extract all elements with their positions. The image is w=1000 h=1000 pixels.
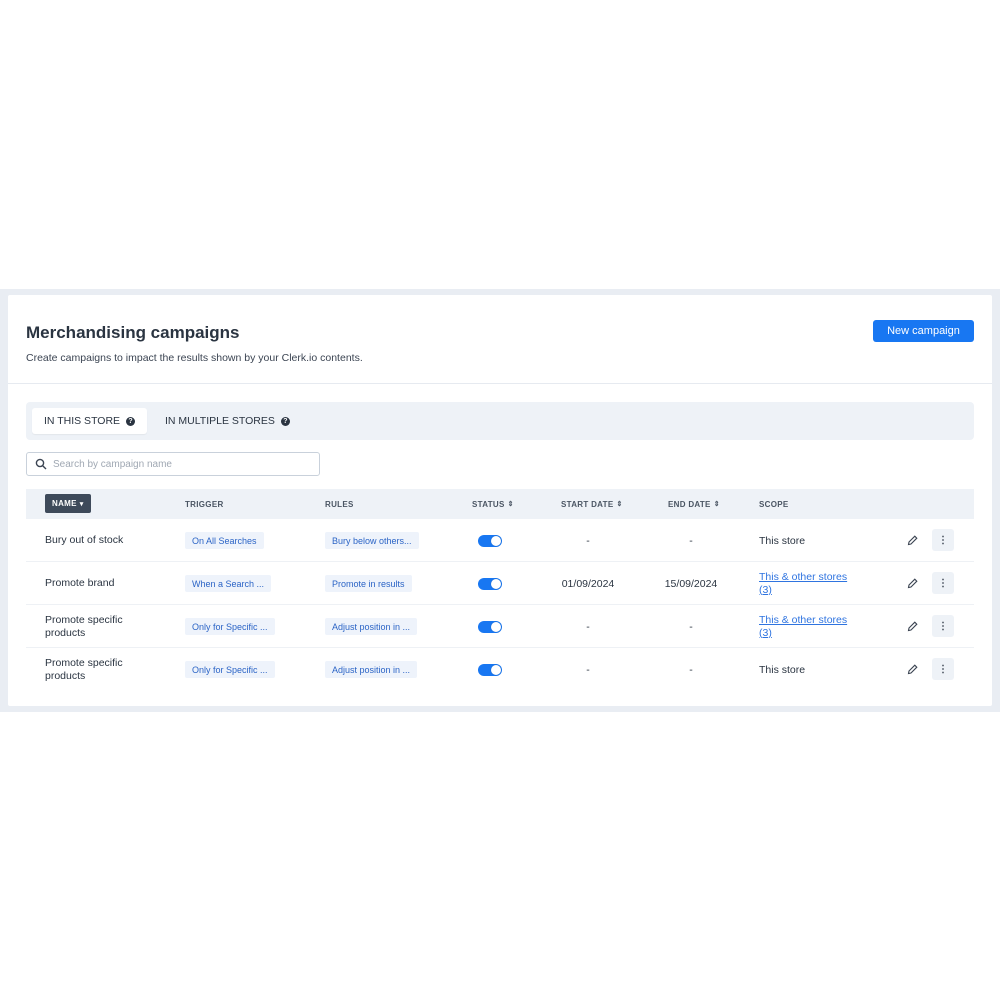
table-header: NAME ▾ TRIGGER RULES STATUS ⇕ START DATE… (26, 489, 974, 519)
end-date: - (689, 620, 693, 633)
start-date: 01/09/2024 (561, 577, 615, 590)
scope-text: This store (759, 663, 806, 676)
campaign-name[interactable]: Promote specific products (45, 648, 165, 691)
chevron-down-icon: ▾ (79, 500, 84, 508)
table-row: Promote brand When a Search ... Promote … (26, 562, 974, 605)
pencil-icon[interactable] (906, 620, 919, 633)
campaign-name[interactable]: Promote specific products (45, 605, 165, 648)
scope-link[interactable]: This & other stores (3) (759, 614, 859, 640)
more-options-button[interactable]: ⋮ (932, 572, 954, 594)
column-header-scope: SCOPE (759, 499, 789, 509)
more-options-button[interactable]: ⋮ (932, 529, 954, 551)
rules-chip[interactable]: Bury below others... (325, 532, 419, 549)
toggle-knob (491, 536, 501, 546)
status-toggle[interactable] (478, 664, 502, 676)
start-date: - (586, 534, 590, 547)
campaign-name[interactable]: Bury out of stock (45, 519, 165, 562)
more-options-button[interactable]: ⋮ (932, 658, 954, 680)
column-label: START DATE (561, 499, 614, 509)
tab-in-this-store[interactable]: IN THIS STORE ? (32, 408, 148, 434)
divider (8, 383, 992, 384)
rules-chip[interactable]: Adjust position in ... (325, 661, 418, 678)
campaign-name[interactable]: Promote brand (45, 562, 165, 605)
trigger-chip[interactable]: Only for Specific ... (185, 618, 275, 635)
trigger-chip[interactable]: When a Search ... (185, 575, 272, 592)
more-options-button[interactable]: ⋮ (932, 615, 954, 637)
table-row: Bury out of stock On All Searches Bury b… (26, 519, 974, 562)
status-toggle[interactable] (478, 621, 502, 633)
page-subtitle: Create campaigns to impact the results s… (26, 352, 363, 364)
start-date: - (586, 620, 590, 633)
sort-icon: ⇕ (507, 501, 514, 508)
status-toggle[interactable] (478, 578, 502, 590)
pencil-icon[interactable] (906, 663, 919, 676)
tab-label: IN THIS STORE (44, 415, 121, 427)
rules-chip[interactable]: Adjust position in ... (325, 618, 418, 635)
end-date: - (689, 663, 693, 676)
column-label: NAME (52, 499, 77, 508)
rules-chip[interactable]: Promote in results (325, 575, 412, 592)
trigger-chip[interactable]: On All Searches (185, 532, 264, 549)
scope-link[interactable]: This & other stores (3) (759, 571, 859, 597)
status-toggle[interactable] (478, 535, 502, 547)
scope-text: This store (759, 534, 806, 547)
start-date: - (586, 663, 590, 676)
help-icon[interactable]: ? (280, 416, 290, 426)
column-header-trigger: TRIGGER (185, 499, 224, 509)
column-header-name[interactable]: NAME ▾ (45, 494, 91, 513)
sort-icon: ⇕ (616, 501, 623, 508)
new-campaign-button[interactable]: New campaign (873, 320, 974, 342)
column-header-status[interactable]: STATUS ⇕ (472, 489, 514, 519)
toggle-knob (491, 622, 501, 632)
search-box (26, 452, 320, 476)
sort-icon: ⇕ (713, 501, 720, 508)
column-label: END DATE (668, 499, 711, 509)
end-date: 15/09/2024 (664, 577, 718, 590)
column-header-end-date[interactable]: END DATE ⇕ (668, 489, 720, 519)
search-icon (35, 458, 47, 470)
pencil-icon[interactable] (906, 534, 919, 547)
column-label: STATUS (472, 499, 505, 509)
campaigns-card: Merchandising campaigns Create campaigns… (8, 295, 992, 706)
tab-label: IN MULTIPLE STORES (165, 415, 275, 427)
page-frame: Merchandising campaigns Create campaigns… (0, 289, 1000, 712)
table-row: Promote specific products Only for Speci… (26, 605, 974, 648)
end-date: - (689, 534, 693, 547)
help-icon[interactable]: ? (126, 416, 136, 426)
table-row: Promote specific products Only for Speci… (26, 648, 974, 691)
search-input[interactable] (53, 458, 313, 470)
tab-in-multiple-stores[interactable]: IN MULTIPLE STORES ? (153, 408, 302, 434)
store-tabs: IN THIS STORE ? IN MULTIPLE STORES ? (26, 402, 974, 440)
toggle-knob (491, 665, 501, 675)
toggle-knob (491, 579, 501, 589)
page-title: Merchandising campaigns (26, 323, 240, 342)
column-header-start-date[interactable]: START DATE ⇕ (561, 489, 623, 519)
trigger-chip[interactable]: Only for Specific ... (185, 661, 275, 678)
pencil-icon[interactable] (906, 577, 919, 590)
column-header-rules: RULES (325, 499, 354, 509)
